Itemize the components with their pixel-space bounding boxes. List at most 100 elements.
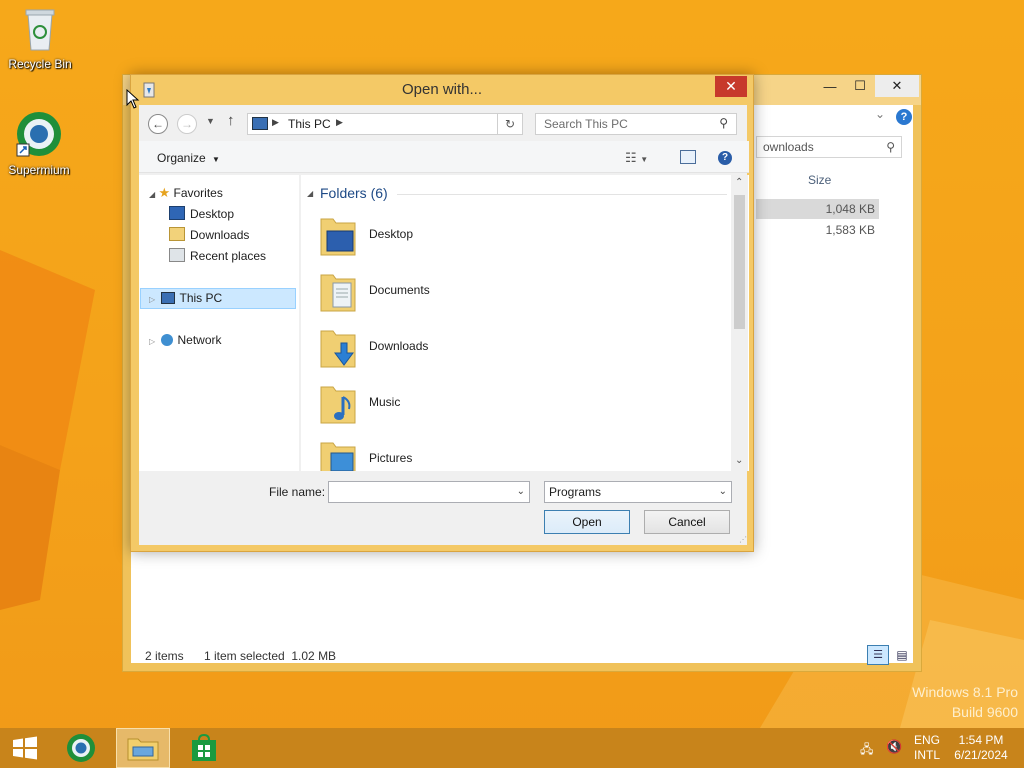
nav-item-downloads[interactable]: Downloads [169,225,249,245]
recent-locations-chevron-icon[interactable]: ▼ [206,116,215,126]
keyboard-layout: INTL [913,748,940,762]
file-size-cell: 1,583 KB [825,223,875,237]
search-icon: ⚲ [719,116,728,130]
help-icon[interactable]: ? [896,109,912,125]
clock[interactable]: 1:54 PM 6/21/2024 [950,733,1012,763]
breadcrumb-separator-icon: ▶ [272,117,279,127]
nav-item-desktop[interactable]: Desktop [169,204,234,224]
organize-button[interactable]: Organize ▼ [157,151,220,165]
help-icon[interactable]: ? [718,151,732,165]
collapse-arrow-icon: ▷ [149,337,156,346]
resize-grip-icon[interactable]: ⋰ [739,535,747,544]
organize-label: Organize [157,151,206,165]
maximize-button[interactable]: ☐ [843,75,877,97]
search-placeholder: Search This PC [544,117,628,131]
expand-arrow-icon: ◢ [149,190,156,199]
open-button[interactable]: Open [544,510,630,534]
taskbar-file-explorer[interactable] [116,728,170,768]
windows-logo-icon [13,736,37,760]
address-bar[interactable]: ▶ This PC ▶ ⌄ [247,113,523,135]
group-collapse-icon[interactable]: ◢ [307,189,313,198]
chevron-down-icon: ⌄ [516,486,525,497]
file-name-label: File name: [269,485,326,499]
nav-item-label: Desktop [190,207,235,221]
large-icons-view-icon[interactable]: ▤ [891,645,913,665]
recent-places-icon [169,248,185,262]
forward-button[interactable]: → [177,114,197,134]
taskbar-store[interactable] [182,728,226,768]
open-with-dialog[interactable]: Open with... ✕ ← → ▼ ↑ ▶ This PC ▶ ⌄ ↻ S… [130,74,754,552]
status-selection-info: 1 item selected 1.02 MB [204,649,337,663]
search-placeholder: ownloads [763,140,814,154]
dialog-close-button[interactable]: ✕ [715,76,747,97]
language-code: ENG [913,733,940,747]
breadcrumb-this-pc[interactable]: This PC [288,117,331,131]
scroll-up-arrow-icon[interactable]: ⌃ [735,177,743,188]
folder-label: Music [369,395,401,409]
scrollbar-thumb[interactable] [734,195,745,329]
dialog-title: Open with... [401,81,483,98]
nav-item-network[interactable]: ▷ Network [149,330,222,350]
volume-muted-icon[interactable]: 🔇 [886,739,902,755]
close-button[interactable]: ✕ [875,75,919,97]
group-header: Folders (6) [320,185,388,201]
chevron-down-icon: ▼ [212,155,220,164]
computer-icon [252,117,268,130]
taskbar: 🖧 🔇 ENG INTL 1:54 PM 6/21/2024 [0,728,1024,768]
nav-favorites-label: Favorites [173,186,223,200]
recycle-bin-icon [25,9,55,51]
back-button[interactable]: ← [148,114,168,134]
taskbar-supermium[interactable] [58,728,104,768]
folder-item-downloads[interactable]: Downloads [319,323,699,375]
folder-item-desktop[interactable]: Desktop [319,211,699,263]
details-view-icon[interactable]: ☰ [867,645,889,665]
nav-this-pc-row[interactable]: ▷ This PC [149,288,222,308]
nav-item-label: Network [177,333,222,347]
file-name-input[interactable]: ⌄ [328,481,530,503]
downloads-icon [169,227,185,241]
folder-label: Documents [369,283,430,297]
watermark-build: Build 9600 [951,704,1018,720]
desktop-folder-icon [320,218,356,256]
refresh-button[interactable]: ↻ [497,113,523,135]
clock-date: 6/21/2024 [954,748,1008,762]
desktop-icon-supermium[interactable]: Supermium [0,110,79,177]
music-folder-icon [320,386,356,424]
pictures-folder-icon [320,442,356,471]
minimize-button[interactable]: — [813,75,847,97]
chevron-down-icon: ▼ [640,155,649,164]
network-tray-icon[interactable]: 🖧 [860,740,876,756]
chevron-down-icon[interactable]: ⌄ [875,107,885,121]
cancel-button[interactable]: Cancel [644,510,730,534]
background-search-input[interactable]: ownloads ⚲ [756,136,902,158]
downloads-folder-icon [320,330,356,368]
file-size-cell: 1,048 KB [825,202,875,216]
nav-item-label: Recent places [190,249,267,263]
dialog-search-input[interactable]: Search This PC ⚲ [535,113,737,135]
nav-favorites[interactable]: ◢ ★ Favorites [149,183,223,203]
up-button[interactable]: ↑ [227,112,235,129]
nav-item-recent-places[interactable]: Recent places [169,246,266,266]
view-options-button[interactable]: ☷ ▼ [625,150,648,166]
desktop-icon-recycle-bin[interactable]: Recycle Bin [0,6,80,71]
store-icon [192,734,216,761]
preview-pane-button[interactable] [680,150,696,164]
dialog-client: ← → ▼ ↑ ▶ This PC ▶ ⌄ ↻ Search This PC ⚲… [139,105,749,545]
mouse-cursor-icon [126,89,140,109]
file-type-select[interactable]: Programs ⌄ [544,481,732,503]
desktop-icon-label: Supermium [8,163,70,177]
search-icon: ⚲ [886,140,895,154]
content-pane: ◢ Folders (6) Desktop Documents Download… [301,175,749,471]
chevron-down-icon: ⌄ [718,486,727,497]
column-header-size[interactable]: Size [808,173,831,187]
toolbar [139,141,749,173]
input-language-indicator[interactable]: ENG INTL [910,733,944,763]
folder-label: Pictures [369,451,413,465]
start-button[interactable] [0,728,50,768]
vertical-scrollbar[interactable]: ⌃ ⌄ [731,175,748,471]
folder-item-music[interactable]: Music [319,379,699,431]
documents-folder-icon [320,274,356,312]
folder-item-documents[interactable]: Documents [319,267,699,319]
scroll-down-arrow-icon[interactable]: ⌄ [735,455,743,466]
folder-item-pictures[interactable]: Pictures [319,435,699,471]
